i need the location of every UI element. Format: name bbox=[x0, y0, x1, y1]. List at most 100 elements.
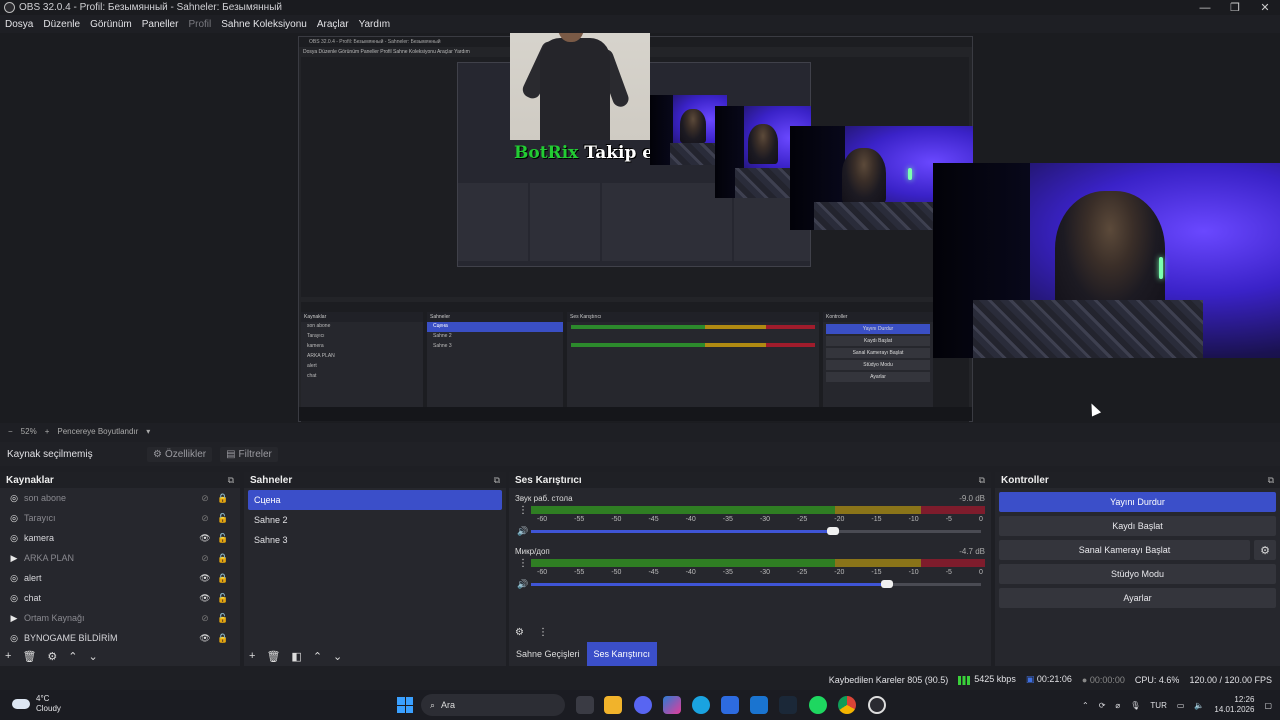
eye-icon[interactable]: 👁 bbox=[196, 573, 214, 584]
tab-audio-mixer[interactable]: Ses Karıştırıcı bbox=[586, 642, 658, 666]
volume-slider-knob[interactable] bbox=[826, 526, 839, 535]
undock-icon[interactable]: ⧉ bbox=[228, 475, 234, 486]
undock-icon[interactable]: ⧉ bbox=[1268, 475, 1274, 486]
chrome-icon[interactable] bbox=[838, 696, 856, 714]
discord-icon[interactable] bbox=[634, 696, 652, 714]
language-indicator[interactable]: TUR bbox=[1150, 701, 1166, 710]
wifi-off-icon[interactable]: ⌀ bbox=[1115, 701, 1120, 710]
volume-slider-knob[interactable] bbox=[880, 579, 893, 588]
start-recording-button[interactable]: Kaydı Başlat bbox=[999, 516, 1276, 536]
lock-icon[interactable]: 🔒 bbox=[214, 573, 232, 584]
menu-profile[interactable]: Profil bbox=[188, 19, 211, 30]
eye-icon[interactable]: 👁 bbox=[196, 593, 214, 604]
source-item[interactable]: ◎ BYNOGAME BİLDİRİM 👁 🔒 bbox=[0, 628, 240, 648]
notification-icon[interactable]: ▢ bbox=[1264, 701, 1272, 710]
zoom-fit-label[interactable]: Pencereye Boyutlandır bbox=[57, 427, 138, 436]
channel-menu-icon[interactable]: ⋮ bbox=[515, 558, 531, 569]
spotify-icon[interactable] bbox=[809, 696, 827, 714]
undock-icon[interactable]: ⧉ bbox=[494, 475, 500, 486]
preview-canvas[interactable]: OBS 32.0.4 - Profil: Безымянный - Sahnel… bbox=[0, 33, 1280, 423]
zoom-in-button[interactable]: + bbox=[45, 427, 50, 436]
source-item[interactable]: ▶ Ortam Kaynağı ⊘ 🔓 bbox=[0, 608, 240, 628]
sync-icon[interactable]: ⟳ bbox=[1099, 701, 1106, 710]
eye-hidden-icon[interactable]: ⊘ bbox=[196, 613, 214, 624]
source-item[interactable]: ◎ son abone ⊘ 🔒 bbox=[0, 488, 240, 508]
scene-item[interactable]: Sahne 2 bbox=[248, 510, 502, 530]
volume-icon[interactable]: 🔈 bbox=[1194, 701, 1204, 710]
network-icon[interactable]: ▭ bbox=[1177, 701, 1185, 710]
undock-icon[interactable]: ⧉ bbox=[979, 475, 985, 486]
volume-slider[interactable] bbox=[531, 579, 981, 588]
source-settings-button[interactable]: ⚙ bbox=[47, 650, 57, 663]
move-down-button[interactable]: ⌄ bbox=[89, 650, 98, 663]
tray-chevron-icon[interactable]: ⌃ bbox=[1082, 701, 1089, 710]
weather-widget[interactable]: 4°C Cloudy bbox=[12, 694, 61, 714]
menu-scene-collection[interactable]: Sahne Koleksiyonu bbox=[221, 19, 307, 30]
unlock-icon[interactable]: 🔓 bbox=[214, 513, 232, 524]
scene-item[interactable]: Сцена bbox=[248, 490, 502, 510]
studio-mode-button[interactable]: Stüdyo Modu bbox=[999, 564, 1276, 584]
mail-icon[interactable] bbox=[750, 696, 768, 714]
maximize-button[interactable]: ❐ bbox=[1220, 0, 1250, 15]
settings-button[interactable]: Ayarlar bbox=[999, 588, 1276, 608]
speaker-icon[interactable]: 🔊 bbox=[515, 526, 531, 537]
eye-icon[interactable]: 👁 bbox=[196, 533, 214, 544]
mic-icon[interactable]: 🎙 bbox=[1130, 701, 1140, 710]
unlock-icon[interactable]: 🔓 bbox=[214, 593, 232, 604]
close-button[interactable]: ✕ bbox=[1250, 0, 1280, 15]
scene-filter-button[interactable]: ◧ bbox=[291, 650, 301, 663]
unlock-icon[interactable]: 🔓 bbox=[214, 533, 232, 544]
menu-docks[interactable]: Paneller bbox=[142, 19, 179, 30]
lock-icon[interactable]: 🔒 bbox=[214, 633, 232, 644]
zoom-out-button[interactable]: − bbox=[8, 427, 13, 436]
speaker-icon[interactable]: 🔊 bbox=[515, 579, 531, 590]
windows-start-icon[interactable] bbox=[397, 697, 413, 713]
source-item[interactable]: ◎ alert 👁 🔒 bbox=[0, 568, 240, 588]
channel-menu-icon[interactable]: ⋮ bbox=[515, 505, 531, 516]
filters-button[interactable]: ▤ Filtreler bbox=[220, 446, 278, 462]
eye-hidden-icon[interactable]: ⊘ bbox=[196, 553, 214, 564]
source-item[interactable]: ◎ Tarayıcı ⊘ 🔓 bbox=[0, 508, 240, 528]
eye-icon[interactable]: 👁 bbox=[196, 633, 214, 644]
source-item[interactable]: ▶ ARKA PLAN ⊘ 🔒 bbox=[0, 548, 240, 568]
move-up-button[interactable]: ⌃ bbox=[68, 650, 77, 663]
move-down-button[interactable]: ⌄ bbox=[333, 650, 342, 663]
add-source-button[interactable]: + bbox=[5, 650, 11, 662]
volume-slider[interactable] bbox=[531, 526, 981, 535]
remove-source-button[interactable]: 🗑 bbox=[22, 650, 36, 663]
tab-scene-transitions[interactable]: Sahne Geçişleri bbox=[509, 642, 587, 666]
add-scene-button[interactable]: + bbox=[249, 650, 255, 662]
menu-help[interactable]: Yardım bbox=[359, 19, 391, 30]
steam-icon[interactable] bbox=[779, 696, 797, 714]
clock[interactable]: 12:26 14.01.2026 bbox=[1214, 695, 1254, 715]
zoom-dropdown-icon[interactable]: ▾ bbox=[146, 427, 150, 436]
move-up-button[interactable]: ⌃ bbox=[313, 650, 322, 663]
file-explorer-icon[interactable] bbox=[604, 696, 622, 714]
edge-icon[interactable] bbox=[692, 696, 710, 714]
mixer-menu-button[interactable]: ⋮ bbox=[538, 627, 548, 638]
menu-view[interactable]: Görünüm bbox=[90, 19, 132, 30]
menu-edit[interactable]: Düzenle bbox=[43, 19, 80, 30]
source-item[interactable]: ◎ kamera 👁 🔓 bbox=[0, 528, 240, 548]
store-icon[interactable] bbox=[721, 696, 739, 714]
properties-button[interactable]: ⚙ Özellikler bbox=[147, 446, 213, 462]
start-virtual-camera-button[interactable]: Sanal Kamerayı Başlat bbox=[999, 540, 1250, 560]
task-view-icon[interactable] bbox=[576, 696, 594, 714]
lock-icon[interactable]: 🔒 bbox=[214, 493, 232, 504]
menu-file[interactable]: Dosya bbox=[5, 19, 33, 30]
obs-taskbar-icon[interactable] bbox=[868, 696, 886, 714]
eye-hidden-icon[interactable]: ⊘ bbox=[196, 493, 214, 504]
menu-tools[interactable]: Araçlar bbox=[317, 19, 349, 30]
unlock-icon[interactable]: 🔓 bbox=[214, 613, 232, 624]
eye-hidden-icon[interactable]: ⊘ bbox=[196, 513, 214, 524]
virtual-camera-settings-gear-icon[interactable]: ⚙ bbox=[1254, 540, 1276, 560]
scene-item[interactable]: Sahne 3 bbox=[248, 530, 502, 550]
stop-streaming-button[interactable]: Yayını Durdur bbox=[999, 492, 1276, 512]
minimize-button[interactable]: — bbox=[1190, 0, 1220, 15]
source-item[interactable]: ◎ chat 👁 🔓 bbox=[0, 588, 240, 608]
copilot-icon[interactable] bbox=[663, 696, 681, 714]
advanced-audio-button[interactable]: ⚙ bbox=[515, 627, 524, 638]
taskbar-search[interactable]: ⌕ Ara bbox=[421, 694, 565, 716]
remove-scene-button[interactable]: 🗑 bbox=[266, 650, 280, 663]
lock-icon[interactable]: 🔒 bbox=[214, 553, 232, 564]
